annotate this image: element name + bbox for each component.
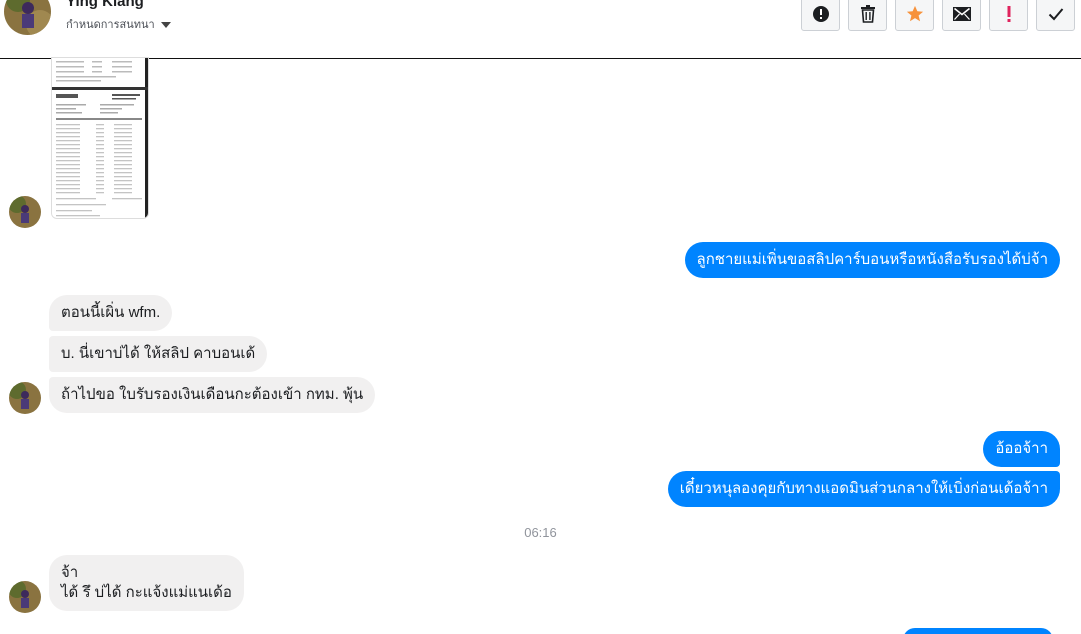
- contact-name[interactable]: Ying Kiang: [66, 0, 144, 10]
- message-bubble-incoming[interactable]: ตอนนี้เผิ่น wfm.: [49, 295, 173, 331]
- exclamation-circle-icon: [812, 5, 829, 22]
- chevron-down-icon: [160, 21, 171, 28]
- message-line: จ้า: [61, 564, 79, 581]
- message-bubble-outgoing-partial[interactable]: [903, 628, 1053, 634]
- report-button[interactable]: [801, 0, 840, 31]
- message-bubble-incoming[interactable]: บ. นี่เขาบ่ได้ ให้สลิป คาบอนเด้: [49, 336, 268, 372]
- conversation-header: Ying Kiang กำหนดการสนทนา: [0, 0, 1081, 59]
- envelope-icon: [952, 6, 971, 21]
- check-icon: [1048, 7, 1063, 20]
- avatar[interactable]: [9, 581, 41, 613]
- done-button[interactable]: [1036, 0, 1075, 31]
- shared-document-image[interactable]: [51, 57, 149, 219]
- message-bubble-incoming[interactable]: ถ้าไปขอ ใบรับรองเงินเดือนกะต้องเข้า กทม.…: [49, 377, 376, 413]
- star-button[interactable]: [895, 0, 934, 31]
- avatar[interactable]: [9, 382, 41, 414]
- delete-button[interactable]: [848, 0, 887, 31]
- email-button[interactable]: [942, 0, 981, 31]
- avatar[interactable]: [9, 196, 41, 228]
- message-timestamp: 06:16: [524, 525, 557, 540]
- message-bubble-outgoing[interactable]: ลูกชายแม่เพิ่นขอสลิปคาร์บอนหรือหนังสือรั…: [684, 242, 1060, 278]
- important-button[interactable]: [989, 0, 1028, 31]
- message-bubble-incoming[interactable]: จ้า ได้ รึ บ่ได้ กะแจ้งแม่แนเด้อ: [49, 555, 244, 611]
- conversation-settings-dropdown[interactable]: กำหนดการสนทนา: [66, 15, 171, 33]
- toolbar: [801, 0, 1075, 31]
- conversation-settings-label: กำหนดการสนทนา: [66, 19, 155, 31]
- avatar[interactable]: [4, 0, 51, 35]
- message-bubble-outgoing[interactable]: อ้ออจ้าา: [983, 431, 1060, 467]
- exclamation-icon: [1007, 5, 1010, 22]
- conversation-page: Ying Kiang กำหนดการสนทนา ลูกชายแม่เพิ่นข…: [0, 0, 1081, 634]
- message-line: ได้ รึ บ่ได้ กะแจ้งแม่แนเด้อ: [61, 584, 232, 601]
- star-icon: [906, 5, 923, 21]
- trash-icon: [860, 4, 875, 23]
- message-bubble-outgoing[interactable]: เดี๋ยวหนุลองคุยกับทางแอดมินส่วนกลางให้เบ…: [667, 471, 1060, 507]
- message-thread: ลูกชายแม่เพิ่นขอสลิปคาร์บอนหรือหนังสือรั…: [0, 57, 1081, 634]
